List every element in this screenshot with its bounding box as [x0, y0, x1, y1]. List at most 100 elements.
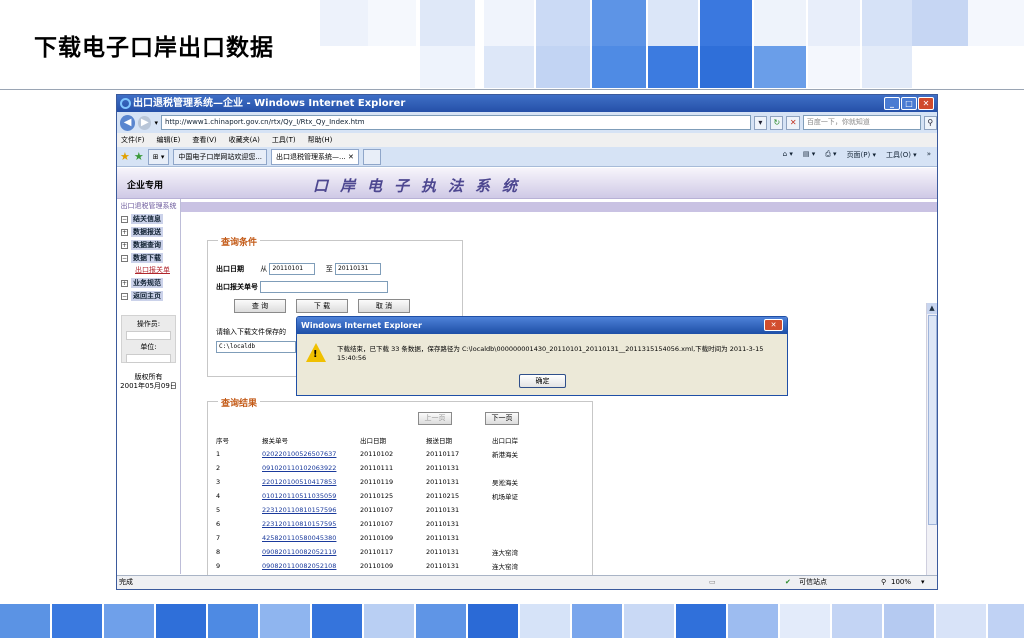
decor-tile: [912, 0, 968, 46]
table-cell: 3: [216, 478, 221, 486]
warning-mark: !: [313, 349, 318, 360]
sidebar-item-label: 返回主页: [131, 291, 163, 301]
zoom-dropdown-icon[interactable]: ▾: [921, 576, 925, 589]
next-page-button[interactable]: 下一页: [485, 412, 519, 425]
date-label: 出口日期: [216, 265, 244, 273]
dialog-title-bar: Windows Internet Explorer ✕: [297, 317, 787, 334]
address-input[interactable]: http://www1.chinaport.gov.cn/rtx/Qy_I/Rt…: [160, 115, 751, 130]
sidebar-item[interactable]: + 数据查询: [121, 240, 180, 250]
decor-tile: [884, 604, 934, 638]
declaration-link[interactable]: 223120110810157596: [262, 506, 336, 514]
zoom-icon[interactable]: ⚲: [881, 576, 886, 589]
tab-chinaport[interactable]: 中国电子口岸网站欢迎您...: [173, 148, 268, 165]
expand-toggle-icon[interactable]: −: [121, 292, 128, 300]
menu-item[interactable]: 帮助(H): [308, 133, 333, 147]
copyright: 版权所有 2001年05月09日: [117, 373, 180, 391]
decor-tile: [208, 604, 258, 638]
table-cell: 20110131: [426, 548, 460, 556]
results-legend: 查询结果: [218, 396, 261, 409]
search-input[interactable]: 百度一下，你就知道: [802, 115, 921, 130]
tab-tax-system[interactable]: 出口退税管理系统—... ✕: [271, 148, 359, 165]
back-button[interactable]: ◀: [120, 114, 136, 131]
decor-tile: [728, 604, 778, 638]
sidebar-item[interactable]: + 数据报送: [121, 227, 180, 237]
sidebar-item[interactable]: − 数据下载: [121, 253, 180, 263]
table-row: 7 425820110580045380 20110109 20110131: [216, 531, 552, 545]
feeds-icon[interactable]: ▤ ▾: [803, 150, 815, 160]
declaration-link[interactable]: 090820110082052108: [262, 562, 336, 570]
table-cell: 7: [216, 534, 221, 542]
quick-tabs-icon[interactable]: ⊞ ▾: [147, 148, 170, 165]
decor-tile: [988, 604, 1024, 638]
zoom-level[interactable]: 100%: [891, 576, 911, 589]
chevron-right-icon[interactable]: »: [927, 150, 931, 160]
menu-item[interactable]: 工具(T): [272, 133, 296, 147]
system-title: 口岸电子执法系统: [313, 177, 530, 195]
declaration-link[interactable]: 010120110511035059: [262, 492, 336, 500]
slide-bottom-band: [0, 600, 1024, 640]
decor-tile: [536, 0, 590, 46]
sidebar-item[interactable]: + 业务规范: [121, 278, 180, 288]
scroll-up-icon[interactable]: ▲: [927, 303, 937, 314]
cancel-button[interactable]: 取 消: [358, 299, 410, 313]
decor-tile: [936, 604, 986, 638]
decor-tile: [592, 0, 646, 46]
expand-toggle-icon[interactable]: −: [121, 254, 128, 262]
decl-number-input[interactable]: [260, 281, 389, 293]
dialog-close-button[interactable]: ✕: [764, 319, 783, 331]
close-button[interactable]: ✕: [918, 97, 934, 110]
save-path-input[interactable]: C:\localdb: [216, 341, 296, 353]
menu-item[interactable]: 编辑(E): [157, 133, 181, 147]
sidebar-item-label: 结关信息: [131, 214, 163, 224]
scroll-thumb[interactable]: [928, 315, 937, 525]
ok-button[interactable]: 确定: [519, 374, 566, 388]
sidebar-item[interactable]: − 结关信息: [121, 214, 180, 224]
download-button[interactable]: 下 载: [296, 299, 348, 313]
tools-menu[interactable]: 工具(O) ▾: [886, 150, 917, 160]
minimize-button[interactable]: _: [884, 97, 900, 110]
print-icon[interactable]: ⎙ ▾: [825, 150, 836, 160]
declaration-link[interactable]: 090820110082052119: [262, 548, 336, 556]
new-tab-button[interactable]: [362, 148, 381, 165]
to-date-input[interactable]: 20110131: [334, 263, 381, 275]
declaration-link[interactable]: 425820110580045380: [262, 534, 336, 542]
home-icon[interactable]: ⌂ ▾: [783, 150, 793, 160]
menu-item[interactable]: 查看(V): [192, 133, 216, 147]
sidebar-subitem-export-declaration[interactable]: 出口报关单: [135, 265, 180, 275]
sidebar-head: 出口退税管理系统: [120, 202, 177, 210]
declaration-link[interactable]: 223120110810157595: [262, 520, 336, 528]
declaration-link[interactable]: 220120100510417853: [262, 478, 336, 486]
declaration-link[interactable]: 020220100526507637: [262, 450, 336, 458]
history-dropdown-icon[interactable]: ▾: [154, 119, 158, 127]
table-cell: 220120100510417853: [262, 475, 360, 489]
column-header: 序号: [216, 437, 229, 445]
expand-toggle-icon[interactable]: −: [121, 215, 128, 223]
refresh-icon[interactable]: ↻: [770, 115, 784, 130]
stop-icon[interactable]: ✕: [786, 115, 800, 130]
expand-toggle-icon[interactable]: +: [121, 279, 128, 287]
user-info-box: 操作员: 单位:: [121, 315, 176, 363]
menu-item[interactable]: 收藏夹(A): [229, 133, 260, 147]
prev-page-button[interactable]: 上一页: [418, 412, 452, 425]
decor-tile: [808, 0, 860, 46]
favorites-star-icon[interactable]: ★: [120, 150, 130, 163]
forward-button[interactable]: ▶: [138, 115, 152, 130]
add-favorite-icon[interactable]: ★: [134, 150, 144, 163]
results-table: 序号 报关单号 出口日期 报送日期 出口口岸 1 020220100526507637 20…: [216, 433, 552, 587]
search-icon[interactable]: ⚲: [923, 115, 937, 130]
query-button[interactable]: 查 询: [234, 299, 286, 313]
table-cell: 020220100526507637: [262, 447, 360, 461]
expand-toggle-icon[interactable]: +: [121, 241, 128, 249]
menu-item[interactable]: 文件(F): [121, 133, 145, 147]
vertical-scrollbar[interactable]: ▲ ▼: [926, 303, 937, 589]
declaration-link[interactable]: 091020110102063922: [262, 464, 336, 472]
from-date-input[interactable]: 20110101: [269, 263, 316, 275]
page-menu[interactable]: 页面(P) ▾: [847, 150, 876, 160]
maximize-button[interactable]: □: [901, 97, 917, 110]
expand-toggle-icon[interactable]: +: [121, 228, 128, 236]
content-header-strip: [181, 202, 937, 212]
address-dropdown-icon[interactable]: ▾: [753, 115, 768, 130]
decor-tile: [754, 46, 806, 88]
sidebar-item[interactable]: − 返回主页: [121, 291, 180, 301]
table-cell: [492, 531, 552, 545]
